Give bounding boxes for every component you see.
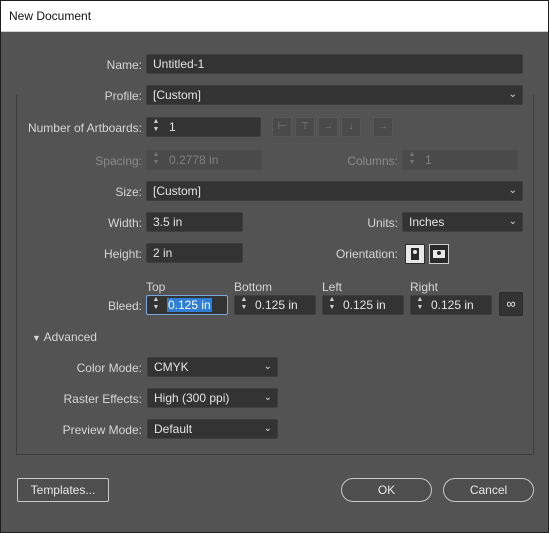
landscape-orientation-button[interactable]: [429, 244, 449, 264]
units-value: Inches: [409, 215, 445, 229]
stepper-arrows-icon[interactable]: ▲ ▼: [150, 296, 162, 314]
stepper-arrows-icon[interactable]: ▲ ▼: [238, 296, 250, 314]
portrait-icon: [411, 248, 419, 260]
color-mode-select[interactable]: CMYK ⌄: [147, 357, 278, 377]
columns-stepper[interactable]: ▲ ▼ 1: [402, 150, 518, 170]
bleed-left-stepper[interactable]: ▲ ▼ 0.125 in: [322, 295, 404, 315]
new-document-dialog: New Document Name: Untitled-1 Profile: […: [0, 0, 549, 533]
height-input[interactable]: 2 in: [146, 243, 243, 263]
name-input[interactable]: Untitled-1: [146, 54, 523, 74]
title-bar: New Document: [1, 1, 548, 32]
raster-effects-value: High (300 ppi): [154, 391, 230, 405]
artboards-stepper[interactable]: ▲ ▼ 1: [146, 117, 261, 137]
name-label: Name:: [106, 58, 142, 72]
landscape-icon: [433, 250, 445, 258]
arrange-by-column-icon[interactable]: ↓: [341, 117, 361, 137]
window-title: New Document: [9, 9, 92, 23]
grid-by-column-icon[interactable]: ⊤: [295, 117, 315, 137]
columns-label: Columns:: [347, 154, 398, 168]
size-label: Size:: [115, 185, 142, 199]
stepper-arrows-icon: ▲ ▼: [408, 151, 416, 166]
orientation-label: Orientation:: [335, 247, 398, 261]
preview-mode-label: Preview Mode:: [62, 423, 142, 437]
chain-link-icon[interactable]: ∞: [499, 292, 523, 316]
artboards-label: Number of Artboards:: [27, 121, 142, 135]
chevron-down-icon: ⌄: [263, 392, 272, 403]
bleed-label: Bleed:: [107, 299, 142, 313]
units-label: Units:: [367, 216, 398, 230]
portrait-orientation-button[interactable]: [405, 244, 425, 264]
stepper-arrows-icon: ▲ ▼: [152, 151, 160, 166]
preview-mode-select[interactable]: Default ⌄: [147, 419, 278, 439]
profile-label: Profile:: [104, 89, 142, 103]
units-select[interactable]: Inches ⌄: [402, 212, 523, 232]
bleed-right-header: Right: [410, 280, 439, 294]
stepper-arrows-icon[interactable]: ▲ ▼: [150, 118, 162, 136]
templates-button[interactable]: Templates...: [17, 478, 109, 502]
bleed-top-stepper[interactable]: ▲ ▼ 0.125 in: [146, 295, 228, 315]
ok-button[interactable]: OK: [341, 478, 432, 502]
width-input[interactable]: 3.5 in: [146, 212, 243, 232]
chevron-down-icon: ⌄: [508, 216, 517, 227]
bleed-top-header: Top: [146, 280, 166, 294]
profile-value: [Custom]: [153, 88, 202, 102]
spacing-value: 0.2778 in: [169, 153, 219, 167]
bleed-right-stepper[interactable]: ▲ ▼ 0.125 in: [410, 295, 492, 315]
height-label: Height:: [103, 247, 142, 261]
stepper-arrows-icon[interactable]: ▲ ▼: [326, 296, 338, 314]
arrange-by-row-icon[interactable]: →: [318, 117, 338, 137]
spacing-stepper[interactable]: ▲ ▼ 0.2778 in: [146, 150, 262, 170]
triangle-down-icon: ▼: [32, 333, 41, 343]
preview-mode-value: Default: [154, 422, 193, 436]
profile-select[interactable]: [Custom] ⌄: [146, 85, 523, 105]
right-to-left-icon[interactable]: →: [373, 117, 393, 137]
advanced-label: Advanced: [43, 330, 97, 344]
bleed-left-header: Left: [322, 280, 343, 294]
chevron-down-icon: ⌄: [508, 185, 517, 196]
grid-by-row-icon[interactable]: ⊢: [272, 117, 292, 137]
raster-effects-label: Raster Effects:: [63, 392, 142, 406]
chevron-down-icon: ⌄: [263, 423, 272, 434]
advanced-toggle[interactable]: ▼ Advanced: [32, 330, 97, 344]
color-mode-value: CMYK: [154, 360, 189, 374]
columns-value: 1: [425, 153, 432, 167]
bleed-bottom-stepper[interactable]: ▲ ▼ 0.125 in: [234, 295, 316, 315]
chevron-down-icon: ⌄: [508, 89, 517, 100]
size-select[interactable]: [Custom] ⌄: [146, 181, 523, 201]
cancel-button[interactable]: Cancel: [443, 478, 534, 502]
chevron-down-icon: ⌄: [263, 361, 272, 372]
stepper-arrows-icon[interactable]: ▲ ▼: [414, 296, 426, 314]
raster-effects-select[interactable]: High (300 ppi) ⌄: [147, 388, 278, 408]
width-label: Width:: [107, 216, 142, 230]
size-value: [Custom]: [153, 184, 202, 198]
bleed-bottom-value: 0.125 in: [255, 298, 298, 312]
spacing-label: Spacing:: [95, 154, 142, 168]
bleed-right-value: 0.125 in: [431, 298, 474, 312]
bleed-bottom-header: Bottom: [234, 280, 273, 294]
bleed-left-value: 0.125 in: [343, 298, 386, 312]
bleed-top-value: 0.125 in: [167, 298, 212, 312]
artboards-value: 1: [169, 120, 176, 134]
color-mode-label: Color Mode:: [76, 361, 142, 375]
